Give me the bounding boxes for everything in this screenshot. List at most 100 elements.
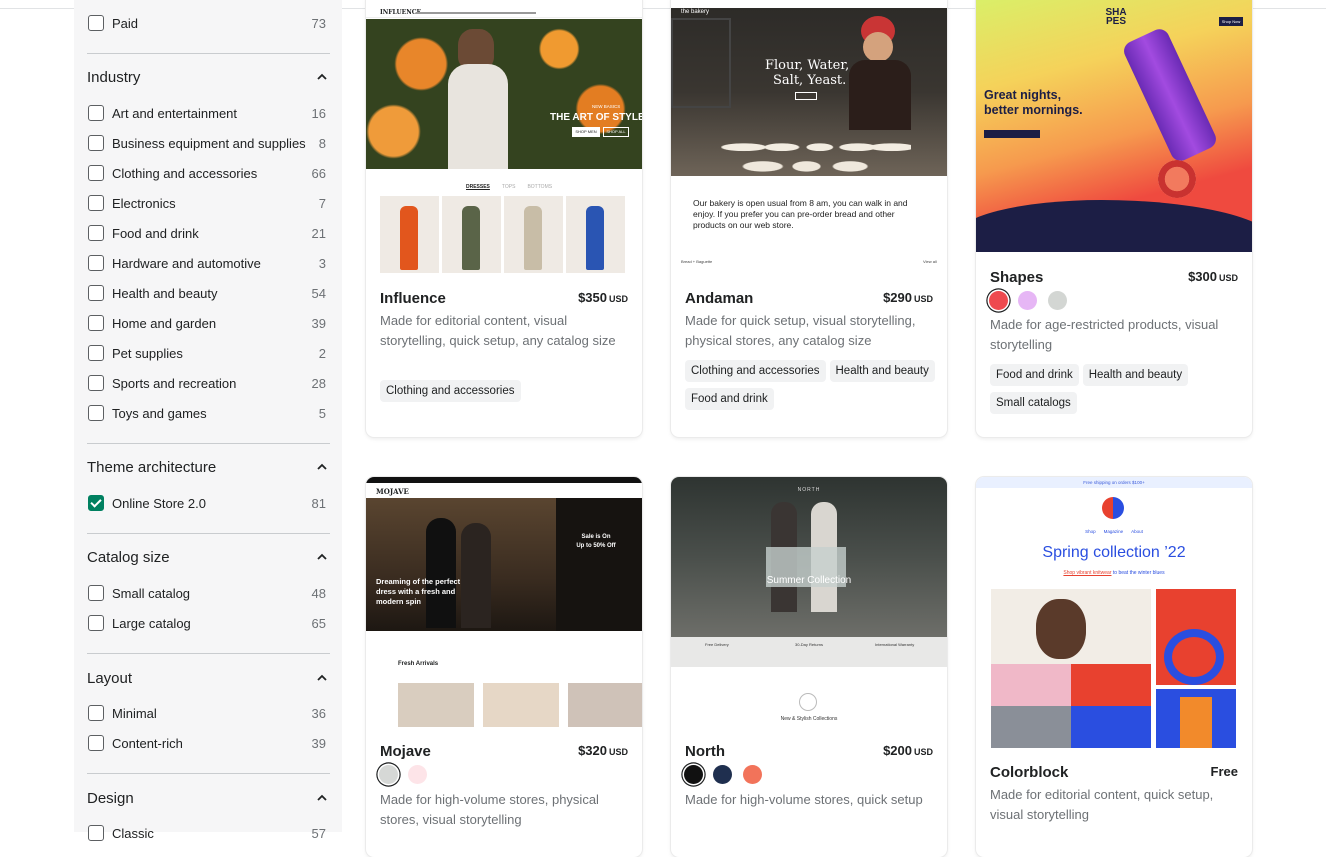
- filter-option[interactable]: Electronics 7: [87, 195, 329, 225]
- theme-name[interactable]: Influence: [380, 290, 446, 307]
- checkbox[interactable]: [88, 225, 104, 241]
- theme-preview-image[interactable]: MOJAVE Dreaming of the perfect dress wit…: [366, 477, 642, 727]
- preview-eyebrow: NEW BASICS: [592, 104, 621, 109]
- preview-features: Free Delivery 30-Day Returns Internation…: [671, 637, 947, 667]
- checkbox[interactable]: [88, 405, 104, 421]
- color-swatch-selected[interactable]: [684, 765, 703, 784]
- divider: [87, 443, 330, 444]
- chevron-up-icon[interactable]: [317, 73, 327, 80]
- preview-link: View all: [923, 259, 937, 264]
- filter-option[interactable]: Small catalog 48: [87, 585, 329, 615]
- checkbox[interactable]: [88, 195, 104, 211]
- checkbox[interactable]: [88, 15, 104, 31]
- filter-heading-layout[interactable]: Layout: [87, 670, 329, 690]
- colorblock-sweater: [991, 664, 1151, 748]
- theme-price: $290 USD: [883, 290, 933, 305]
- theme-card-andaman[interactable]: the bakery Flour, Water, Salt, Yeast. Ou…: [671, 0, 947, 437]
- theme-tags: Clothing and accessories Health and beaut…: [685, 360, 940, 416]
- checkbox[interactable]: [88, 345, 104, 361]
- checkbox[interactable]: [88, 735, 104, 751]
- checkbox[interactable]: [88, 825, 104, 841]
- theme-card-shapes[interactable]: SHA PES Shop Now Great nights, better mo…: [976, 0, 1252, 437]
- filter-option[interactable]: Food and drink 21: [87, 225, 329, 255]
- preview-brand: the bakery: [681, 9, 710, 15]
- color-swatch[interactable]: [713, 765, 732, 784]
- filter-option[interactable]: Large catalog 65: [87, 615, 329, 645]
- chevron-up-icon[interactable]: [317, 794, 327, 801]
- preview-logo: [1102, 497, 1124, 519]
- checkbox[interactable]: [88, 375, 104, 391]
- model-silhouette: [426, 518, 456, 628]
- theme-price: Free: [1210, 764, 1238, 779]
- filter-option[interactable]: Home and garden 39: [87, 315, 329, 345]
- filter-option[interactable]: Clothing and accessories 66: [87, 165, 329, 195]
- filter-option[interactable]: Minimal 36: [87, 705, 329, 735]
- filter-list-industry: Art and entertainment 16 Business equipme…: [87, 105, 329, 435]
- preview-badge-icon: [799, 693, 817, 711]
- theme-name[interactable]: Colorblock: [990, 764, 1068, 781]
- color-swatch[interactable]: [743, 765, 762, 784]
- product-thumb: [398, 683, 474, 727]
- theme-name[interactable]: Andaman: [685, 290, 753, 307]
- theme-preview-image[interactable]: Free shipping on orders $100+ Shop Magazi…: [976, 477, 1252, 755]
- color-swatch[interactable]: [408, 765, 427, 784]
- checkbox[interactable]: [88, 615, 104, 631]
- filter-option[interactable]: Sports and recreation 28: [87, 375, 329, 405]
- filter-option[interactable]: Online Store 2.0 81: [87, 495, 329, 525]
- theme-name[interactable]: Mojave: [380, 743, 431, 760]
- theme-preview-image[interactable]: NORTH Summer Collection Free Delivery 30…: [671, 477, 947, 727]
- product-thumb: [566, 196, 625, 273]
- color-swatch-selected[interactable]: [379, 765, 398, 784]
- color-swatch-selected[interactable]: [989, 291, 1008, 310]
- color-swatch[interactable]: [1018, 291, 1037, 310]
- filter-heading-catalog[interactable]: Catalog size: [87, 549, 329, 569]
- tag: Food and drink: [685, 388, 774, 410]
- chevron-up-icon[interactable]: [317, 463, 327, 470]
- theme-card-north[interactable]: NORTH Summer Collection Free Delivery 30…: [671, 477, 947, 857]
- checkbox[interactable]: [88, 315, 104, 331]
- divider: [87, 653, 330, 654]
- filter-heading-architecture[interactable]: Theme architecture: [87, 459, 329, 479]
- filter-list-design: Classic 57: [87, 825, 329, 855]
- checkbox-checked[interactable]: [88, 495, 104, 511]
- theme-preview-image[interactable]: the bakery Flour, Water, Salt, Yeast. Ou…: [671, 0, 947, 280]
- preview-product-image: [1156, 689, 1236, 748]
- filter-heading-design[interactable]: Design: [87, 790, 329, 810]
- filter-option-paid[interactable]: Paid 73: [87, 15, 329, 45]
- theme-card-mojave[interactable]: MOJAVE Dreaming of the perfect dress wit…: [366, 477, 642, 857]
- preview-product-image: [1156, 589, 1236, 685]
- filter-option[interactable]: Business equipment and supplies 8: [87, 135, 329, 165]
- filter-option[interactable]: Content-rich 39: [87, 735, 329, 765]
- checkbox[interactable]: [88, 105, 104, 121]
- checkbox[interactable]: [88, 135, 104, 151]
- filter-option[interactable]: Classic 57: [87, 825, 329, 855]
- chevron-up-icon[interactable]: [317, 674, 327, 681]
- theme-card-influence[interactable]: INFLUENCE NEW BASICS THE ART OF STYLE SH…: [366, 0, 642, 437]
- theme-preview-image[interactable]: SHA PES Shop Now Great nights, better mo…: [976, 0, 1252, 252]
- theme-name[interactable]: Shapes: [990, 269, 1043, 286]
- chevron-up-icon[interactable]: [317, 553, 327, 560]
- checkbox[interactable]: [88, 585, 104, 601]
- theme-card-colorblock[interactable]: Free shipping on orders $100+ Shop Magazi…: [976, 477, 1252, 857]
- preview-headline: Great nights,: [984, 88, 1062, 102]
- checkbox[interactable]: [88, 705, 104, 721]
- model-silhouette: [461, 523, 491, 628]
- filter-option[interactable]: Toys and games 5: [87, 405, 329, 435]
- preview-button: [795, 92, 817, 100]
- theme-preview-image[interactable]: INFLUENCE NEW BASICS THE ART OF STYLE SH…: [366, 0, 642, 280]
- filter-option[interactable]: Hardware and automotive 3: [87, 255, 329, 285]
- checkbox[interactable]: [88, 285, 104, 301]
- checkbox[interactable]: [88, 165, 104, 181]
- preview-hero-image: [991, 589, 1151, 748]
- tag: Health and beauty: [829, 360, 935, 382]
- theme-name[interactable]: North: [685, 743, 725, 760]
- checkbox[interactable]: [88, 255, 104, 271]
- product-thumb: [483, 683, 559, 727]
- filter-heading-industry[interactable]: Industry: [87, 69, 329, 89]
- preview-nav: INFLUENCE: [366, 8, 642, 18]
- filter-option[interactable]: Health and beauty 54: [87, 285, 329, 315]
- filter-option[interactable]: Pet supplies 2: [87, 345, 329, 375]
- preview-section-title: New & Stylish Collections: [780, 716, 838, 722]
- filter-option[interactable]: Art and entertainment 16: [87, 105, 329, 135]
- color-swatch[interactable]: [1048, 291, 1067, 310]
